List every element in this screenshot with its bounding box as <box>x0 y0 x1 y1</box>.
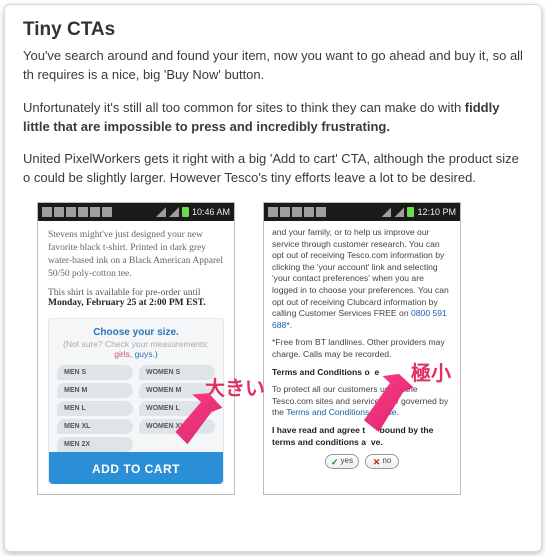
status-left <box>42 207 112 217</box>
status-icon <box>78 207 88 217</box>
avail-prefix: This shirt is available for pre-order un… <box>48 288 200 298</box>
optout-a: and your family, or to help us improve o… <box>272 227 449 318</box>
size-option[interactable]: WOMEN M <box>139 383 215 398</box>
phone1-body: Stevens might've just designed your new … <box>38 221 234 494</box>
screenshot-row: 10:46 AM Stevens might've just designed … <box>23 202 523 495</box>
terms-p-b: . <box>397 407 399 417</box>
terms-link[interactable]: Terms and Conditions of Use <box>286 407 396 417</box>
phone-tesco: 12:10 PM and your family, or to help us … <box>263 202 461 495</box>
status-icon <box>66 207 76 217</box>
product-description: Stevens might've just designed your new … <box>48 229 224 280</box>
hint-a: (Not sure? Check <box>63 339 129 349</box>
status-right: 12:10 PM <box>381 207 456 217</box>
size-grid: MEN S WOMEN S MEN M WOMEN M MEN L WOMEN … <box>57 365 215 452</box>
document-card: Tiny CTAs You've search around and found… <box>4 4 542 552</box>
check-icon: ✓ <box>331 456 339 468</box>
signal-icon <box>156 207 166 217</box>
status-left <box>268 207 326 217</box>
size-option[interactable]: WOMEN XL <box>139 419 215 434</box>
phone-pixelworkers: 10:46 AM Stevens might've just designed … <box>37 202 235 495</box>
yes-label: yes <box>341 456 353 467</box>
statusbar-time: 10:46 AM <box>192 207 230 217</box>
size-hint: (Not sure? Check your measurements: girl… <box>57 339 215 359</box>
size-option[interactable]: MEN M <box>57 383 133 398</box>
terms-b: e <box>375 367 380 377</box>
status-icon <box>90 207 100 217</box>
size-chooser: Choose your size. (Not sure? Check your … <box>48 318 224 484</box>
agree-text: I have read and agree txxxbound by the t… <box>272 425 452 448</box>
document-frame: Tiny CTAs You've search around and found… <box>0 0 546 556</box>
intro-paragraph-3: United PixelWorkers gets it right with a… <box>23 150 523 188</box>
hint-guys-link[interactable]: guys.) <box>135 349 158 359</box>
signal-icon <box>394 207 404 217</box>
hint-b: your measurements: <box>132 339 209 349</box>
p2-plain: Unfortunately it's still all too common … <box>23 100 465 115</box>
status-icon <box>42 207 52 217</box>
battery-icon <box>182 207 189 217</box>
terms-a: Terms and Conditions o <box>272 367 370 377</box>
status-icon <box>280 207 290 217</box>
status-icon <box>54 207 64 217</box>
battery-icon <box>407 207 414 217</box>
size-option[interactable]: MEN 2X <box>57 437 133 452</box>
size-option[interactable]: WOMEN L <box>139 401 215 416</box>
intro-paragraph-2: Unfortunately it's still all too common … <box>23 99 523 137</box>
status-icon <box>292 207 302 217</box>
intro-paragraph-1: You've search around and found your item… <box>23 47 523 85</box>
no-label: no <box>382 456 391 467</box>
tesco-freefrom-text: *Free from BT landlines. Other providers… <box>272 337 452 360</box>
status-icon <box>316 207 326 217</box>
choose-size-label: Choose your size. <box>57 327 215 338</box>
android-statusbar: 12:10 PM <box>264 203 460 221</box>
hint-girls-link[interactable]: girls, <box>114 349 132 359</box>
signal-icon <box>381 207 391 217</box>
status-icon <box>268 207 278 217</box>
statusbar-time: 12:10 PM <box>417 207 456 217</box>
terms-paragraph: To protect all our customers use of the … <box>272 384 452 419</box>
availability-text: This shirt is available for pre-order un… <box>48 288 224 308</box>
status-icon <box>102 207 112 217</box>
tesco-optout-text: and your family, or to help us improve o… <box>272 227 452 331</box>
section-heading: Tiny CTAs <box>23 19 523 41</box>
add-to-cart-button[interactable]: ADD TO CART <box>49 452 223 484</box>
status-right: 10:46 AM <box>156 207 230 217</box>
no-button[interactable]: ✕no <box>365 454 399 469</box>
size-option[interactable]: MEN L <box>57 401 133 416</box>
android-statusbar: 10:46 AM <box>38 203 234 221</box>
optout-b: *. <box>286 320 292 330</box>
size-option[interactable]: MEN XL <box>57 419 133 434</box>
x-icon: ✕ <box>373 456 381 468</box>
yes-no-row: ✓yes ✕no <box>272 454 452 469</box>
yes-button[interactable]: ✓yes <box>325 454 359 469</box>
size-option[interactable]: WOMEN S <box>139 365 215 380</box>
status-icon <box>304 207 314 217</box>
avail-date: Monday, February 25 at 2:00 PM EST. <box>48 298 206 308</box>
agree-a: I have read and agree t <box>272 425 365 435</box>
agree-c: ve. <box>371 437 383 447</box>
terms-heading: Terms and Conditions o..e <box>272 367 452 379</box>
size-option[interactable]: MEN S <box>57 365 133 380</box>
signal-icon <box>169 207 179 217</box>
phone2-body: and your family, or to help us improve o… <box>264 221 460 477</box>
